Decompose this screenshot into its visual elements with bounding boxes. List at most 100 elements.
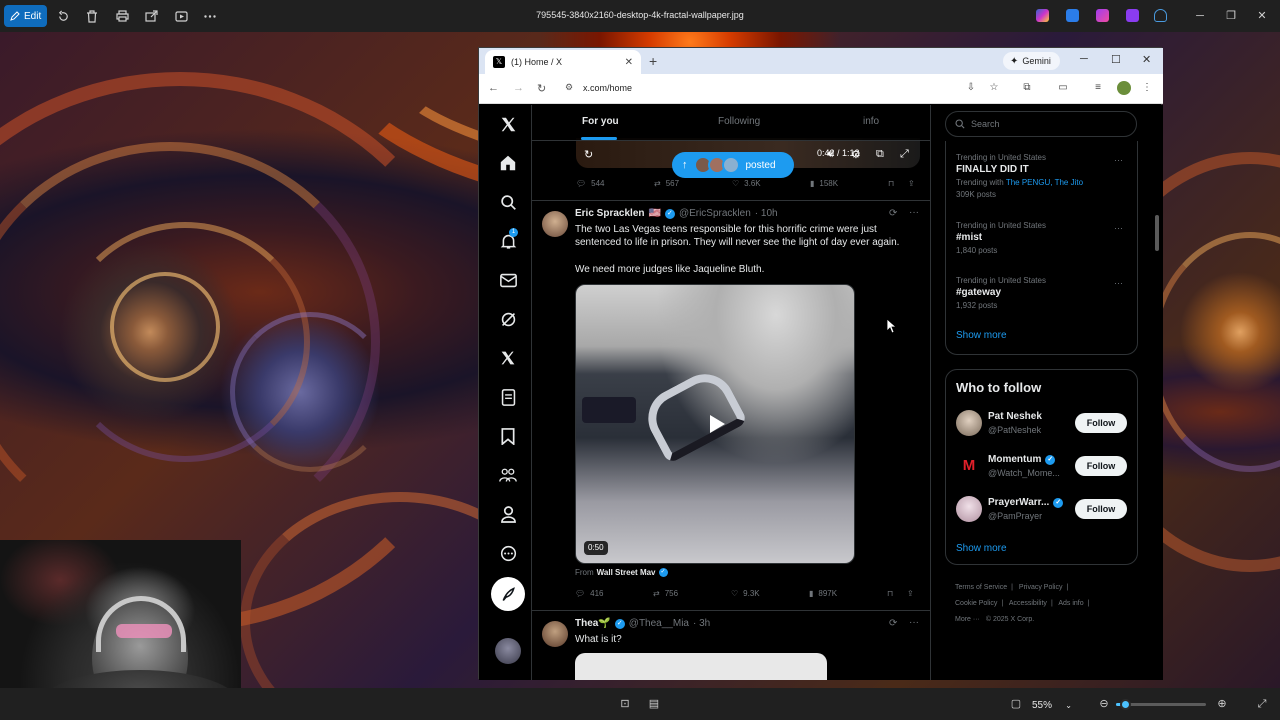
notifications-bell-icon[interactable]: 1 (497, 228, 519, 252)
grok-explain-icon[interactable]: ⟳ (889, 618, 897, 629)
tab-info[interactable]: info (863, 116, 879, 127)
footer-link-cookies[interactable]: Cookie Policy (955, 600, 997, 607)
grok-explain-icon[interactable]: ⟳ (889, 208, 897, 219)
footer-link-more[interactable]: More ··· (955, 616, 980, 623)
zoom-in-icon[interactable]: ⊕ (1215, 697, 1229, 711)
post-more-icon[interactable]: ··· (909, 207, 919, 218)
views-button[interactable]: ▮ 897K (809, 589, 837, 598)
search-input[interactable]: Search (945, 111, 1137, 137)
picture-in-picture-icon[interactable]: ⧉ (876, 148, 884, 161)
trend-more-icon[interactable]: ··· (1114, 155, 1123, 165)
post-video[interactable]: 0:50 (575, 284, 855, 564)
play-icon[interactable] (702, 409, 732, 439)
post-more-icon[interactable]: ··· (909, 617, 919, 628)
author-avatar[interactable] (542, 621, 568, 647)
trend-item[interactable]: Trending in United States FINALLY DID IT… (956, 153, 1131, 199)
zoom-out-icon[interactable]: ⊖ (1097, 697, 1111, 711)
author-handle[interactable]: @Thea__Mia (629, 618, 689, 629)
messages-envelope-icon[interactable] (497, 269, 519, 291)
designer-icon[interactable] (1066, 9, 1079, 22)
source-account[interactable]: Wall Street Mav (597, 568, 656, 577)
media-controls-icon[interactable]: ≡ (1092, 82, 1104, 94)
zoom-slider-thumb[interactable] (1120, 699, 1131, 710)
repost-button[interactable]: ⇄ 567 (654, 179, 679, 188)
reply-button[interactable]: 💬︎ 416 (575, 589, 604, 598)
post-image[interactable] (575, 653, 827, 680)
close-tab-icon[interactable]: ✕ (625, 57, 633, 68)
close-icon[interactable]: ✕ (1255, 9, 1269, 23)
browser-menu-icon[interactable]: ⋮ (1141, 82, 1153, 94)
trend-more-icon[interactable]: ··· (1114, 278, 1123, 288)
reply-button[interactable]: 💬︎ 544 (576, 179, 605, 188)
suggested-account[interactable]: Pat Neshek @PatNeshek Follow (956, 409, 1131, 439)
new-tab-button[interactable]: + (649, 53, 657, 69)
zoom-dropdown[interactable]: 55% ⌄ (1032, 697, 1072, 713)
views-button[interactable]: ▮ 158K (810, 179, 838, 188)
zoom-slider[interactable] (1116, 699, 1206, 710)
photos-app-icon[interactable] (1126, 9, 1139, 22)
footer-link-accessibility[interactable]: Accessibility (1009, 600, 1047, 607)
explore-search-icon[interactable] (497, 191, 519, 213)
tab-following[interactable]: Following (718, 116, 760, 127)
bookmarks-icon[interactable] (497, 425, 519, 447)
grok-icon[interactable] (497, 308, 519, 330)
fit-to-window-icon[interactable]: ▢ (1009, 697, 1023, 711)
footer-link-privacy[interactable]: Privacy Policy (1019, 584, 1063, 591)
account-avatar[interactable] (956, 496, 982, 522)
visual-search-icon[interactable]: ⊡ (618, 697, 632, 711)
momentum-logo-icon[interactable]: M (956, 453, 982, 479)
volume-icon[interactable]: 🔊︎ (827, 148, 834, 161)
bookmark-icon[interactable]: ⊓ (888, 179, 894, 188)
compose-post-button[interactable] (491, 577, 525, 611)
page-scrollbar[interactable] (1153, 105, 1161, 680)
lists-icon[interactable] (497, 386, 519, 408)
trend-more-icon[interactable]: ··· (1114, 223, 1123, 233)
post-time[interactable]: · 10h (755, 208, 778, 219)
account-avatar[interactable] (495, 638, 521, 664)
copilot-icon[interactable] (1036, 9, 1049, 22)
suggested-account[interactable]: M Momentum ✓ @Watch_Mome... Follow (956, 452, 1131, 482)
split-view-icon[interactable]: ▭ (1057, 82, 1069, 94)
footer-link-terms[interactable]: Terms of Service (955, 584, 1007, 591)
post-time[interactable]: · 3h (693, 618, 710, 629)
forward-icon[interactable]: → (513, 82, 524, 94)
restore-icon[interactable]: ❐ (1224, 9, 1238, 23)
trend-item[interactable]: Trending in United States #gateway 1,932… (956, 276, 1131, 310)
back-icon[interactable]: ← (488, 82, 499, 94)
more-circle-icon[interactable] (497, 542, 519, 564)
bookmark-icon[interactable]: ⊓ (887, 589, 893, 598)
like-button[interactable]: ♡ 3.6K (732, 179, 761, 188)
minimize-icon[interactable]: ─ (1193, 9, 1207, 23)
share-post-icon[interactable]: ⇪ (907, 589, 914, 598)
follow-button[interactable]: Follow (1075, 413, 1127, 433)
profile-avatar[interactable] (1117, 81, 1131, 95)
settings-gear-icon[interactable]: ⚙ (851, 148, 861, 161)
profile-icon[interactable] (497, 503, 519, 525)
text-scan-icon[interactable]: ▤ (647, 697, 661, 711)
author-avatar[interactable] (542, 211, 568, 237)
author-name[interactable]: Eric Spracklen (575, 208, 644, 219)
author-handle[interactable]: @EricSpracklen (679, 208, 751, 219)
fullscreen-icon[interactable]: ⤢ (900, 148, 909, 161)
trend-item[interactable]: Trending in United States #mist 1,840 po… (956, 221, 1131, 255)
post-eric-spracklen[interactable]: Eric Spracklen 🇺🇸 ✓ @EricSpracklen · 10h… (532, 201, 930, 610)
browser-minimize-icon[interactable]: ─ (1080, 53, 1088, 65)
tab-for-you[interactable]: For you (582, 116, 619, 127)
communities-icon[interactable] (497, 464, 519, 486)
gemini-button[interactable]: ✦ Gemini (1003, 52, 1060, 70)
scroll-thumb[interactable] (1155, 215, 1159, 251)
share-post-icon[interactable]: ⇪ (908, 179, 915, 188)
site-info-icon[interactable]: ⚙ (565, 82, 573, 93)
premium-x-icon[interactable] (497, 347, 519, 369)
install-app-icon[interactable]: ⇩ (965, 82, 977, 94)
browser-tab-x-home[interactable]: 𝕏 (1) Home / X ✕ (485, 50, 641, 74)
trend-related-links[interactable]: The PENGU, The Jito (1006, 178, 1083, 187)
account-avatar[interactable] (956, 410, 982, 436)
url-field[interactable]: x.com/home (583, 83, 632, 93)
bookmark-star-icon[interactable]: ☆ (988, 82, 1000, 94)
browser-close-icon[interactable]: ✕ (1142, 53, 1151, 66)
follow-button[interactable]: Follow (1075, 499, 1127, 519)
repost-button[interactable]: ⇄ 756 (653, 589, 678, 598)
reload-icon[interactable]: ↻ (537, 82, 546, 95)
full-screen-icon[interactable]: ⤢ (1255, 697, 1269, 711)
